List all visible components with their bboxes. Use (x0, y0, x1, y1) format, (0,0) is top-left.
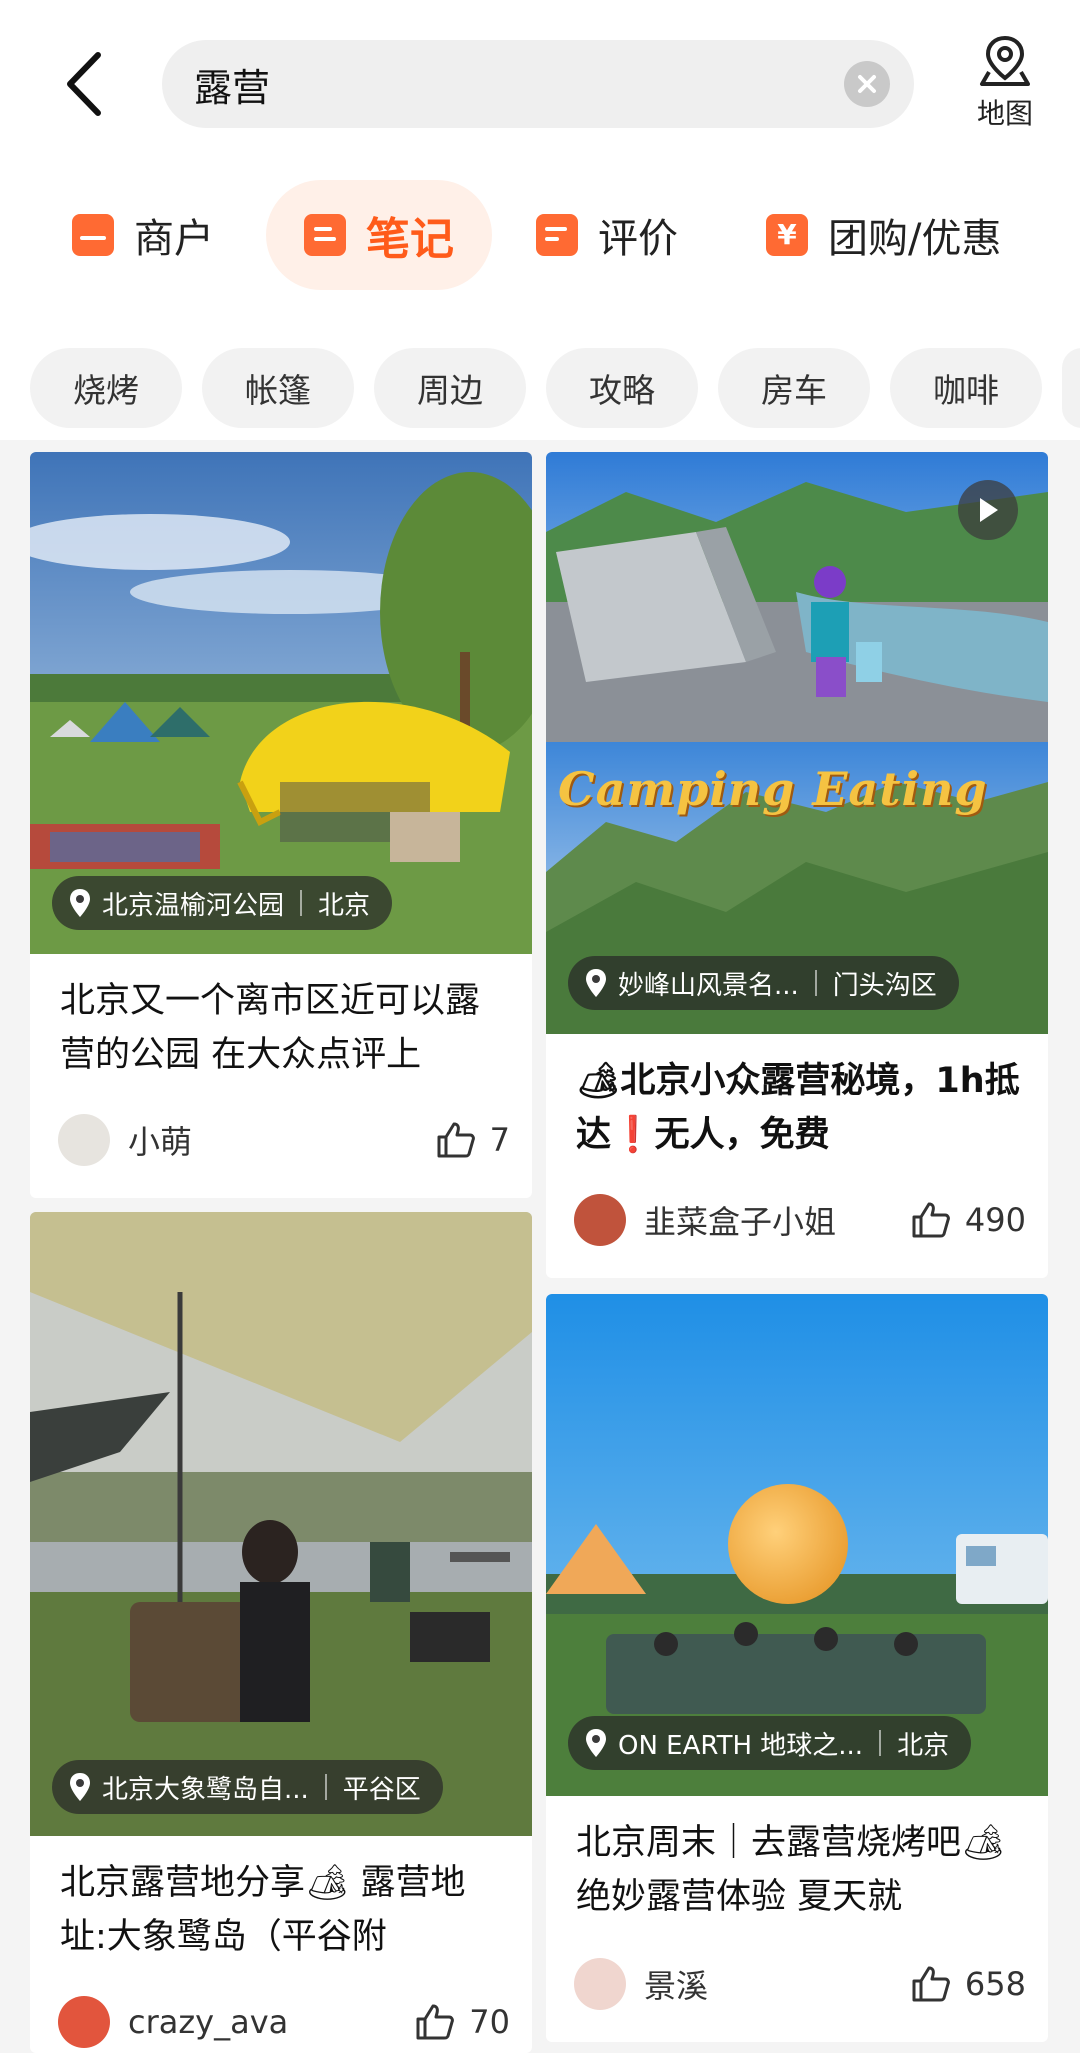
avatar[interactable] (58, 1996, 110, 2048)
note-icon (304, 214, 346, 256)
separator (324, 1774, 327, 1800)
like-button[interactable]: 658 (911, 1965, 1026, 2003)
note-card[interactable]: 北京大象鹭岛自... 平谷区 北京露营地分享🏕 露营地址:大象鹭岛（平谷附 cr… (30, 1212, 532, 2053)
location-district: 平谷区 (342, 1774, 421, 1805)
like-button[interactable]: 490 (911, 1201, 1026, 1239)
chip-guide[interactable]: 攻略 (546, 348, 698, 428)
author-name[interactable]: crazy_ava (128, 2003, 415, 2041)
note-photo (546, 452, 1048, 1034)
back-button[interactable] (52, 48, 116, 120)
location-pin-icon (70, 889, 90, 917)
note-card[interactable]: ON EARTH 地球之... 北京 北京周末｜去露营烧烤吧🏕绝妙露营体验 夏天… (546, 1294, 1048, 2042)
location-district: 门头沟区 (832, 970, 937, 1001)
tab-deals[interactable]: ¥ 团购/优惠 (766, 180, 1001, 290)
search-input[interactable]: 露营 (162, 40, 914, 128)
note-title: 北京周末｜去露营烧烤吧🏕绝妙露营体验 夏天就 (576, 1823, 1006, 1917)
card-meta: crazy_ava 70 (58, 1994, 510, 2050)
avatar[interactable] (58, 1114, 110, 1166)
card-meta: 韭菜盒子小姐 490 (574, 1192, 1026, 1248)
note-title: 🏕北京小众露营秘境，1h抵达❗无人，免费 (576, 1061, 1020, 1155)
clear-search-button[interactable] (844, 61, 890, 107)
chip-coffee[interactable]: 咖啡 (890, 348, 1042, 428)
review-icon (536, 214, 578, 256)
shop-icon (72, 214, 114, 256)
tab-label: 笔记 (366, 214, 454, 265)
separator (814, 970, 817, 996)
like-count: 490 (964, 1201, 1026, 1239)
overlay-text: Camping Eating (558, 762, 988, 816)
search-query: 露营 (194, 65, 271, 110)
tab-label: 团购/优惠 (828, 216, 1002, 262)
note-card[interactable]: Camping Eating 妙峰山风景名... 门头沟区 🏕北京小众露营秘境，… (546, 452, 1048, 1278)
tab-reviews[interactable]: 评价 (536, 180, 678, 290)
location-name: ON EARTH 地球之... (618, 1730, 864, 1761)
category-tabs: 商户 笔记 评价 ¥ 团购/优惠 (0, 180, 1080, 290)
location-district: 北京 (897, 1730, 950, 1761)
tab-notes[interactable]: 笔记 (266, 180, 492, 290)
location-district: 北京 (318, 890, 371, 921)
chip-more[interactable] (1062, 348, 1080, 428)
thumbs-up-icon (416, 2004, 455, 2040)
thumbs-up-icon (437, 1122, 475, 1158)
map-pin-icon (980, 35, 1030, 86)
chip-bbq[interactable]: 烧烤 (30, 348, 182, 428)
like-button[interactable]: 7 (436, 1121, 510, 1159)
filter-chips: 烧烤 帐篷 周边 攻略 房车 咖啡 (0, 348, 1080, 428)
like-button[interactable]: 70 (415, 2003, 510, 2041)
chip-rv[interactable]: 房车 (718, 348, 870, 428)
location-pin-icon (586, 969, 606, 997)
map-button[interactable]: 地图 (950, 34, 1060, 134)
thumbs-up-icon (912, 1966, 950, 2002)
like-count: 7 (489, 1121, 510, 1159)
card-meta: 小萌 7 (58, 1112, 510, 1168)
note-title: 北京露营地分享🏕 露营地址:大象鹭岛（平谷附 (60, 1863, 466, 1957)
location-tag[interactable]: 北京温榆河公园 北京 (52, 876, 393, 930)
location-tag[interactable]: 北京大象鹭岛自... 平谷区 (52, 1760, 443, 1814)
tab-merchants[interactable]: 商户 (72, 180, 214, 290)
author-name[interactable]: 韭菜盒子小姐 (644, 1197, 911, 1243)
location-name: 北京温榆河公园 (102, 890, 285, 921)
location-name: 妙峰山风景名... (618, 970, 799, 1001)
separator (879, 1730, 882, 1756)
location-pin-icon (586, 1729, 606, 1757)
coupon-icon: ¥ (766, 214, 808, 256)
back-arrow-icon (67, 52, 101, 116)
map-label: 地图 (976, 97, 1033, 130)
location-tag[interactable]: 妙峰山风景名... 门头沟区 (568, 956, 959, 1010)
chip-tent[interactable]: 帐篷 (202, 348, 354, 428)
note-title: 北京又一个离市区近可以露营的公园 在大众点评上 (60, 981, 481, 1075)
chip-nearby[interactable]: 周边 (374, 348, 526, 428)
like-count: 658 (964, 1965, 1026, 2003)
note-card[interactable]: 北京温榆河公园 北京 北京又一个离市区近可以露营的公园 在大众点评上 小萌 7 (30, 452, 532, 1198)
like-count: 70 (469, 2003, 510, 2041)
top-bar: 露营 地图 商户 笔记 评价 ¥ 团购/优惠 烧烤 帐篷 周边 攻略 房车 咖啡 (0, 0, 1080, 440)
avatar[interactable] (574, 1958, 626, 2010)
author-name[interactable]: 小萌 (128, 1117, 436, 1163)
note-photo (30, 1212, 532, 1836)
separator (300, 890, 303, 916)
clear-icon (858, 75, 876, 93)
play-icon (980, 498, 998, 522)
location-pin-icon (70, 1773, 90, 1801)
author-name[interactable]: 景溪 (644, 1961, 911, 2007)
tab-label: 评价 (598, 216, 678, 262)
card-meta: 景溪 658 (574, 1956, 1026, 2012)
tab-label: 商户 (134, 216, 214, 262)
avatar[interactable] (574, 1194, 626, 1246)
thumbs-up-icon (912, 1202, 950, 1238)
location-tag[interactable]: ON EARTH 地球之... 北京 (568, 1716, 972, 1770)
play-button[interactable] (958, 480, 1018, 540)
location-name: 北京大象鹭岛自... (102, 1774, 309, 1805)
